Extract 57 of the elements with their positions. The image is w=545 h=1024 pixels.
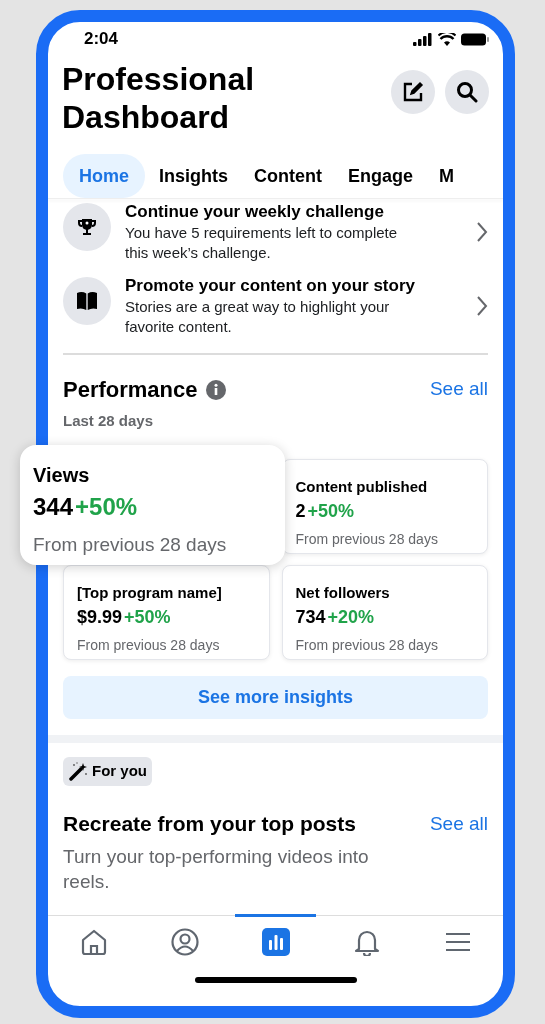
chevron-right-icon	[476, 221, 488, 243]
metric-card[interactable]: [Top program name] $9.99+50% From previous 28 days	[63, 564, 270, 660]
edit-icon	[402, 81, 424, 103]
tab[interactable]: M	[427, 154, 467, 198]
compose-button[interactable]	[391, 70, 435, 114]
signal-icon	[413, 32, 433, 46]
task-title: Continue your weekly challenge	[125, 201, 385, 223]
metric-note: From previous 28 days	[77, 635, 221, 655]
page-title: Professional Dashboard	[62, 60, 256, 136]
metric-value: 2	[295, 499, 306, 523]
tab[interactable]: Engage	[336, 154, 426, 198]
metric-label: [Top program name]	[77, 583, 223, 602]
info-icon[interactable]	[205, 379, 226, 400]
search-button[interactable]	[445, 70, 489, 114]
profile-icon	[170, 928, 199, 956]
metric-value: $9.99	[77, 605, 123, 629]
metric-change: +50%	[124, 605, 171, 629]
tab[interactable]: Content	[242, 154, 334, 198]
metric-note: From previous 28 days	[33, 533, 228, 557]
wifi-icon	[438, 32, 456, 46]
chevron-right-icon	[476, 295, 488, 317]
bell-icon	[352, 928, 381, 956]
see-more-insights-button[interactable]: See more insights	[63, 675, 488, 719]
search-icon	[456, 81, 478, 103]
metric-card[interactable]: Net followers 734+20% From previous 28 days	[281, 564, 488, 660]
task-description: You have 5 requirements left to complete this week’s challenge.	[125, 223, 399, 263]
section-title: Recreate from your top posts	[63, 811, 356, 837]
metric-change: +50%	[307, 499, 355, 523]
task-title: Promote your content on your story	[125, 275, 416, 297]
task-description: Stories are a great way to highlight your favorite content.	[125, 297, 391, 337]
magic-wand-icon	[68, 761, 88, 781]
metric-label: Views	[33, 463, 91, 487]
metric-note: From previous 28 days	[295, 529, 439, 549]
metric-value: 344	[33, 492, 74, 522]
book-icon	[76, 291, 98, 311]
home-icon	[79, 928, 108, 956]
metric-label: Net followers	[295, 583, 391, 602]
trophy-icon	[77, 217, 97, 237]
tab[interactable]: Home	[63, 154, 145, 198]
section-title: Performance	[63, 376, 198, 404]
battery-icon	[461, 32, 489, 46]
see-all-link[interactable]: See all	[429, 809, 488, 838]
section-description: Turn your top-performing videos into reels.	[62, 844, 370, 894]
for-you-chip: For you	[63, 756, 152, 786]
task-row[interactable]: Promote your content on your story Stories are a great way to highlight your favorite content.	[63, 275, 488, 337]
metric-change: +20%	[327, 605, 375, 629]
status-time: 2:04	[84, 28, 119, 51]
tab[interactable]: Insights	[147, 154, 241, 198]
task-row[interactable]: Continue your weekly challenge You have 5 requirements left to complete this week’s challenge.	[63, 201, 488, 263]
see-all-link[interactable]: See all	[429, 375, 488, 404]
metric-change: +50%	[75, 492, 138, 522]
metric-card[interactable]: Views 344+50% From previous 28 days	[20, 445, 285, 565]
metric-value: 734	[295, 605, 326, 629]
metric-note: From previous 28 days	[295, 635, 439, 655]
metric-label: Content published	[295, 477, 429, 496]
chart-icon	[261, 928, 290, 956]
period-label: Last 28 days	[62, 411, 155, 431]
